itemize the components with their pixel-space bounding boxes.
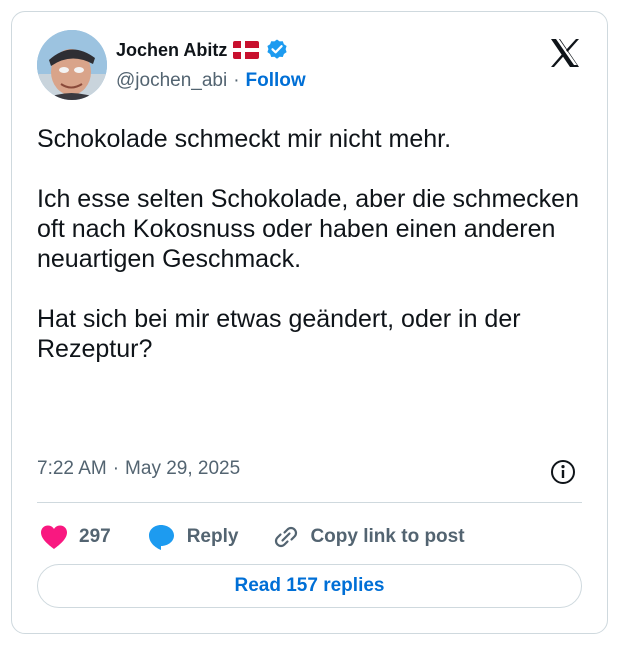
read-replies-label: Read 157 replies bbox=[234, 575, 385, 596]
author-name-row: Jochen Abitz bbox=[116, 36, 289, 64]
handle-separator: · bbox=[233, 70, 240, 91]
copy-link-label: Copy link to post bbox=[310, 526, 465, 547]
reply-label: Reply bbox=[186, 526, 239, 547]
tweet-timestamp[interactable]: 7:22 AM · May 29, 2025 bbox=[37, 458, 240, 480]
divider bbox=[37, 502, 582, 503]
tweet-paragraph: Schokolade schmeckt mir nicht mehr. bbox=[37, 125, 452, 153]
author-name[interactable]: Jochen Abitz bbox=[116, 40, 227, 61]
tweet-paragraph: Ich esse selten Schokolade, aber die sch… bbox=[37, 185, 579, 273]
like-count: 297 bbox=[79, 526, 111, 547]
reply-button[interactable]: Reply bbox=[147, 523, 239, 551]
handle-row: @jochen_abi · Follow bbox=[116, 70, 306, 92]
speech-bubble-icon bbox=[147, 523, 177, 551]
tweet-card: Jochen Abitz @jochen_abi · Follow Schoko… bbox=[11, 11, 608, 634]
x-logo-icon[interactable] bbox=[548, 36, 582, 70]
link-icon bbox=[272, 523, 300, 551]
info-icon[interactable] bbox=[549, 458, 577, 486]
read-replies-button[interactable]: Read 157 replies bbox=[37, 564, 582, 608]
follow-link[interactable]: Follow bbox=[246, 70, 306, 92]
tweet-time: 7:22 AM bbox=[37, 458, 107, 479]
verified-badge-icon bbox=[265, 38, 289, 62]
like-button[interactable]: 297 bbox=[39, 524, 111, 550]
timestamp-separator: · bbox=[112, 458, 120, 479]
tweet-paragraph: Hat sich bei mir etwas geändert, oder in… bbox=[37, 305, 521, 363]
avatar[interactable] bbox=[37, 30, 107, 100]
tweet-text: Schokolade schmeckt mir nicht mehr. Ich … bbox=[37, 124, 582, 364]
tweet-date: May 29, 2025 bbox=[125, 458, 241, 479]
denmark-flag-icon bbox=[233, 41, 260, 59]
copy-link-button[interactable]: Copy link to post bbox=[272, 523, 465, 551]
avatar-photo bbox=[37, 30, 107, 100]
action-bar: 297 Reply Copy link to post bbox=[37, 520, 465, 554]
heart-icon bbox=[39, 524, 69, 550]
author-handle[interactable]: @jochen_abi bbox=[116, 70, 227, 92]
